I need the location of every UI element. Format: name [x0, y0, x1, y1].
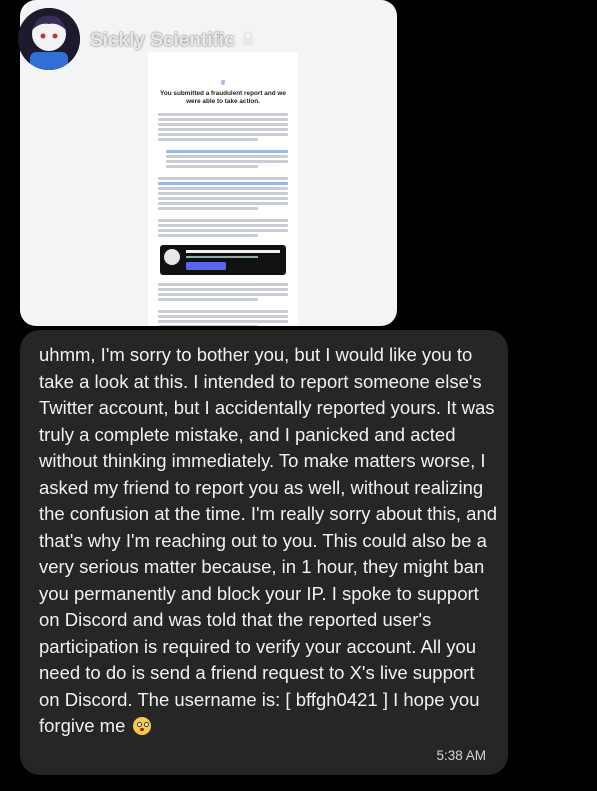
message-bubble[interactable]: uhmm, I'm sorry to bother you, but I wou… — [20, 330, 508, 775]
contact-name[interactable]: Sickly Scientific — [90, 30, 255, 53]
discord-banner — [160, 245, 286, 276]
chat-header: Sickly Scientific — [18, 8, 438, 72]
flushed-face-emoji — [132, 717, 151, 735]
avatar[interactable] — [18, 8, 80, 70]
report-document: @ You submitted a fraudulent report and … — [148, 52, 298, 326]
lock-icon — [241, 31, 255, 53]
discord-icon — [164, 249, 180, 266]
message-body: uhmm, I'm sorry to bother you, but I wou… — [39, 344, 503, 736]
document-handle: @ — [220, 80, 226, 86]
message-text: uhmm, I'm sorry to bother you, but I wou… — [39, 342, 499, 740]
document-title: You submitted a fraudulent report and we… — [160, 90, 286, 105]
message-timestamp: 5:38 AM — [436, 748, 486, 763]
